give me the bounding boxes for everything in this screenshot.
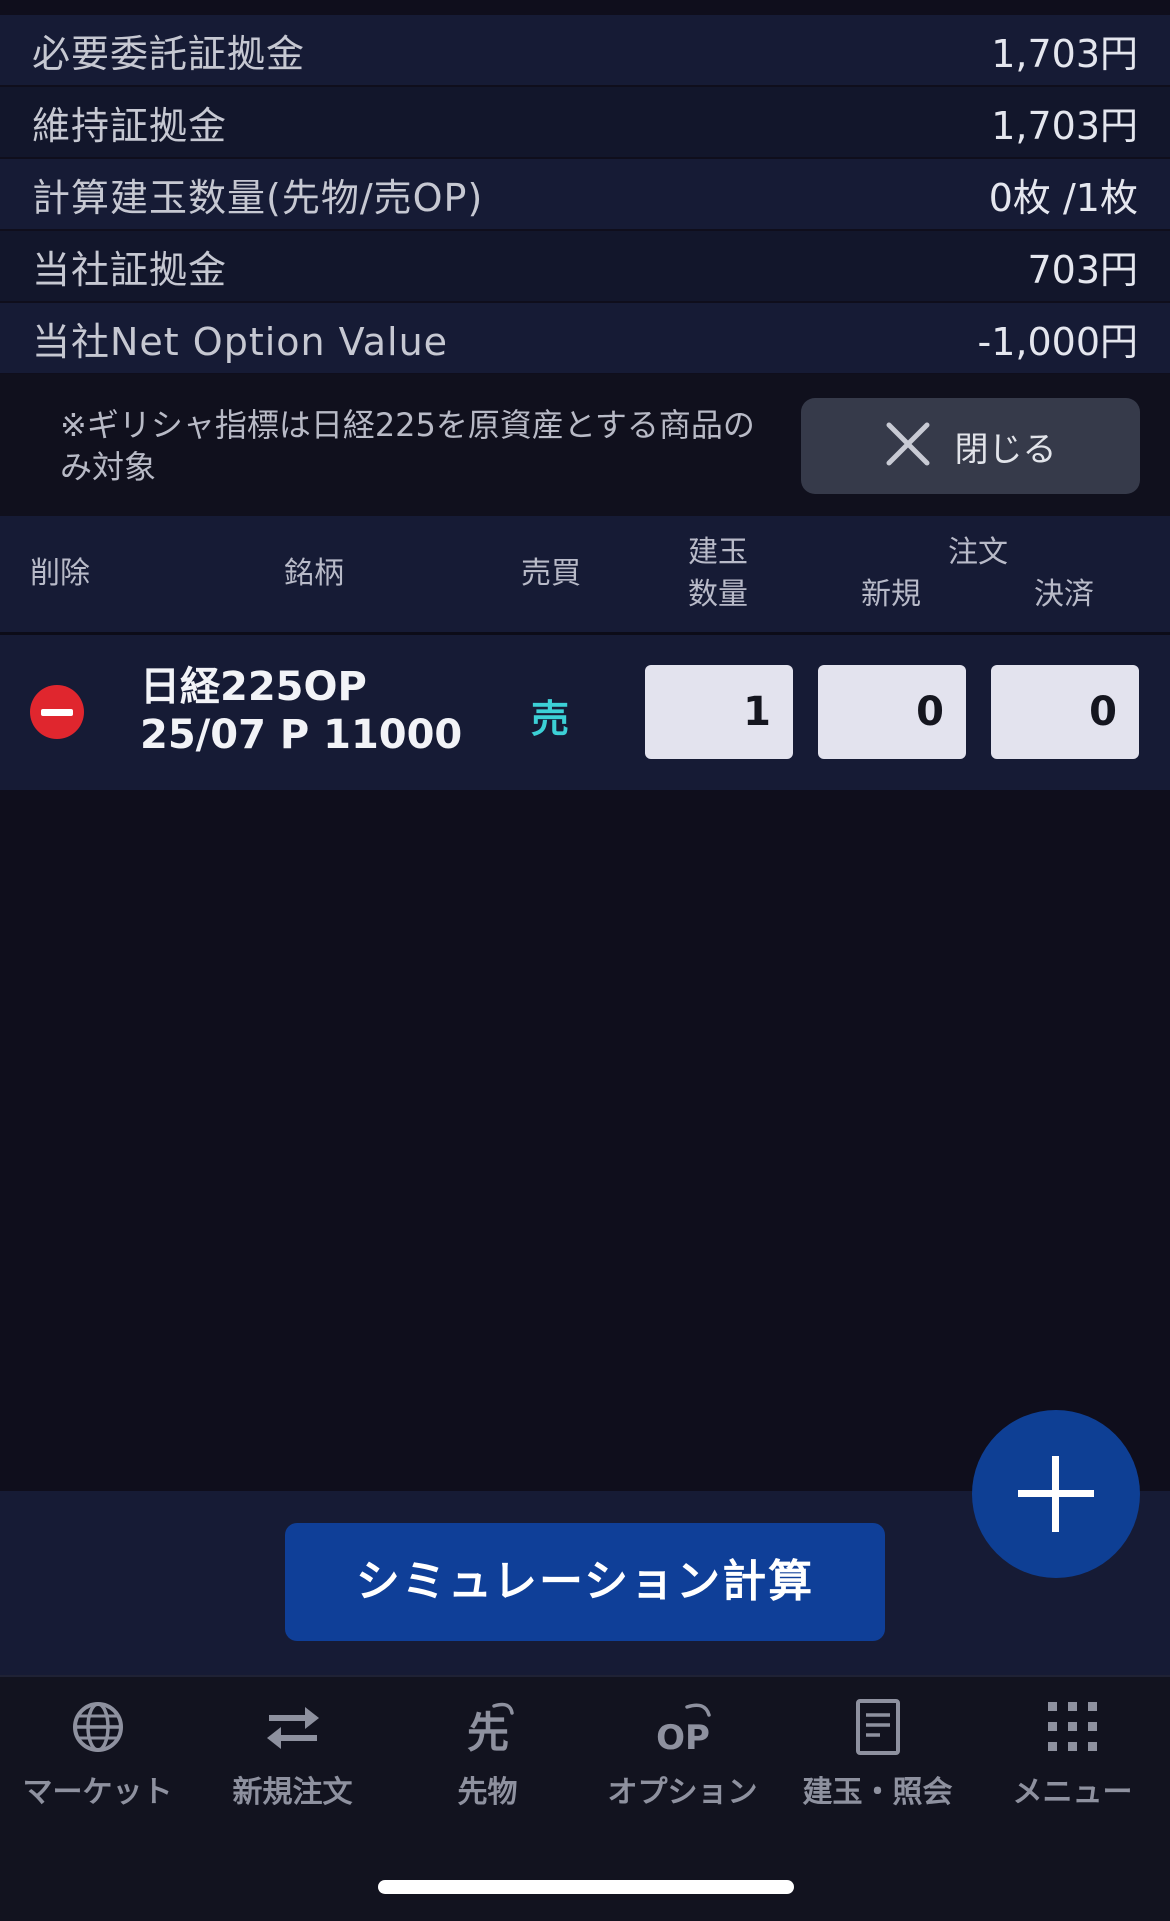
summary-row-net-option-value: 当社Net Option Value -1,000円 — [0, 303, 1170, 373]
table-row: 日経225OP 25/07 P 11000 売 1 0 0 — [0, 635, 1170, 790]
new-qty-input[interactable]: 0 — [818, 665, 966, 759]
side-label: 売 — [531, 697, 570, 741]
header-settle: 決済 — [1034, 577, 1094, 612]
table-header: 削除 銘柄 売買 建玉 数量 注文 新規 決済 — [0, 516, 1170, 635]
summary-value: 703円 — [1027, 247, 1138, 292]
simulate-button[interactable]: シミュレーション計算 — [285, 1523, 885, 1641]
greeks-note: ※ギリシャ指標は日経225を原資産とする商品のみ対象 閉じる — [0, 374, 1170, 516]
option-icon: OP — [653, 1697, 713, 1758]
instrument-name: 日経225OP 25/07 P 11000 — [140, 663, 462, 759]
minus-icon — [41, 709, 73, 716]
tab-label: 新規注文 — [232, 1775, 353, 1810]
summary-value: 0枚 /1枚 — [988, 175, 1138, 220]
grid-menu-icon — [1043, 1697, 1103, 1757]
summary-value: 1,703円 — [991, 31, 1138, 76]
summary-label: 当社Net Option Value — [32, 319, 449, 364]
header-position-line1: 建玉 — [688, 535, 748, 570]
add-row-button[interactable] — [972, 1410, 1140, 1578]
close-button[interactable]: 閉じる — [801, 398, 1140, 494]
swap-arrows-icon — [263, 1697, 323, 1757]
tab-label: マーケット — [22, 1775, 173, 1810]
summary-row-required-margin: 必要委託証拠金 1,703円 — [0, 15, 1170, 85]
settle-qty-input[interactable]: 0 — [991, 665, 1139, 759]
summary-label: 計算建玉数量(先物/売OP) — [32, 175, 484, 220]
tab-options[interactable]: OP オプション — [585, 1697, 780, 1811]
header-instrument: 銘柄 — [284, 556, 344, 591]
summary-value: 1,703円 — [991, 103, 1138, 148]
header-order: 注文 — [948, 535, 1008, 570]
tab-label: 建玉・照会 — [802, 1775, 953, 1810]
close-icon — [885, 421, 931, 471]
globe-icon — [68, 1697, 128, 1757]
tab-label: メニュー — [1012, 1775, 1133, 1810]
document-icon — [848, 1697, 908, 1757]
tab-new-order[interactable]: 新規注文 — [195, 1697, 390, 1811]
home-indicator[interactable] — [378, 1880, 794, 1894]
instrument-line2: 25/07 P 11000 — [140, 712, 463, 758]
note-text: ※ギリシャ指標は日経225を原資産とする商品のみ対象 — [60, 406, 755, 486]
header-new: 新規 — [861, 577, 921, 612]
tab-positions[interactable]: 建玉・照会 — [780, 1697, 975, 1811]
close-button-label: 閉じる — [954, 429, 1057, 470]
summary-row-maintenance-margin: 維持証拠金 1,703円 — [0, 87, 1170, 157]
summary-label: 当社証拠金 — [32, 247, 228, 292]
tab-label: 先物 — [457, 1775, 518, 1810]
tab-market[interactable]: マーケット — [0, 1697, 195, 1811]
header-side: 売買 — [521, 556, 581, 591]
instrument-line1: 日経225OP — [140, 664, 367, 710]
tab-menu[interactable]: メニュー — [975, 1697, 1170, 1811]
header-delete: 削除 — [30, 556, 90, 591]
svg-text:OP: OP — [656, 1718, 710, 1757]
summary-label: 維持証拠金 — [32, 103, 228, 148]
svg-text:先: 先 — [466, 1708, 508, 1757]
tab-label: オプション — [607, 1775, 758, 1810]
summary-label: 必要委託証拠金 — [32, 31, 306, 76]
position-qty-input[interactable]: 1 — [645, 665, 793, 759]
summary-value: -1,000円 — [977, 319, 1139, 364]
summary-row-calc-position-qty: 計算建玉数量(先物/売OP) 0枚 /1枚 — [0, 159, 1170, 229]
tab-futures[interactable]: 先 先物 — [390, 1697, 585, 1811]
header-position-line2: 数量 — [688, 577, 748, 612]
futures-icon: 先 — [458, 1697, 518, 1757]
delete-button[interactable] — [30, 685, 84, 739]
summary-row-company-margin: 当社証拠金 703円 — [0, 231, 1170, 301]
